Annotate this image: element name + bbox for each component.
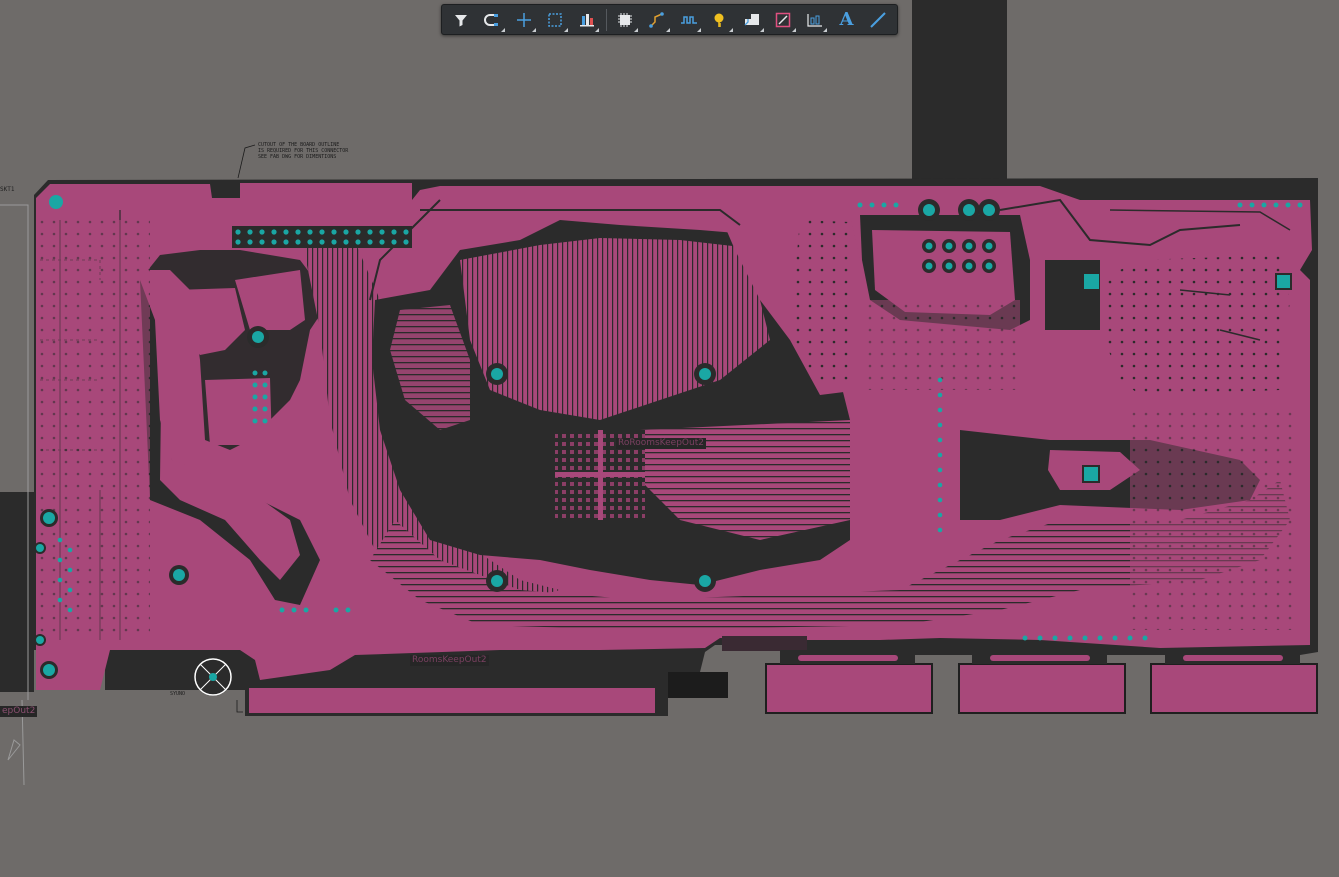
toolbar-separator bbox=[605, 8, 607, 31]
component-button[interactable] bbox=[613, 7, 638, 33]
line-button[interactable] bbox=[865, 7, 890, 33]
dimension-icon bbox=[807, 13, 822, 27]
dimension-button[interactable] bbox=[802, 7, 828, 33]
room-label-left[interactable]: epOut2 bbox=[0, 706, 38, 717]
route-button[interactable] bbox=[644, 7, 670, 33]
align-button[interactable] bbox=[574, 7, 600, 33]
power-connectors bbox=[765, 650, 1318, 714]
pin-highlight-button[interactable] bbox=[708, 7, 733, 33]
tune-length-button[interactable] bbox=[676, 7, 702, 33]
crosshair-icon bbox=[516, 12, 531, 27]
tune-length-icon bbox=[680, 15, 697, 24]
cutout-note-line-3: SEE FAB DWG FOR DIMENTIONS bbox=[258, 154, 337, 160]
route-menu-arrow bbox=[665, 27, 670, 32]
cutout-note: CUTOUT OF THE BOARD OUTLINE IS REQUIRED … bbox=[258, 142, 348, 160]
select-menu-arrow bbox=[563, 27, 568, 32]
snap-button[interactable] bbox=[480, 7, 505, 33]
filter-icon bbox=[454, 14, 467, 26]
bracket-region bbox=[912, 0, 1007, 180]
edge-connector bbox=[247, 686, 657, 715]
crosshair-target bbox=[194, 658, 232, 696]
pour-menu-arrow bbox=[760, 27, 765, 32]
room-label-bottom[interactable]: RoomsKeepOut2 bbox=[410, 655, 489, 666]
route-icon bbox=[649, 11, 664, 28]
filter-button[interactable] bbox=[448, 7, 473, 33]
polygon-pour-icon bbox=[744, 13, 759, 25]
active-bar-toolbar: A bbox=[441, 4, 898, 35]
keepout-icon bbox=[776, 12, 791, 27]
align-menu-arrow bbox=[595, 27, 600, 32]
tune-menu-arrow bbox=[697, 27, 702, 32]
text-button[interactable]: A bbox=[834, 7, 859, 33]
pin-highlight-icon bbox=[714, 13, 724, 27]
component-menu-arrow bbox=[633, 27, 638, 32]
keepout-button[interactable] bbox=[771, 7, 796, 33]
room-label-center-prefix: Ro bbox=[618, 438, 630, 448]
line-icon bbox=[870, 11, 886, 28]
room-label-center[interactable]: RoRoomsKeepOut2 bbox=[616, 438, 706, 449]
align-icon bbox=[579, 13, 594, 26]
left-bracket bbox=[0, 492, 34, 692]
room-label-center-text: RoomsKeepOut2 bbox=[629, 438, 704, 448]
select-rect-icon bbox=[548, 12, 563, 27]
top-connector bbox=[232, 226, 412, 248]
pin-menu-arrow bbox=[728, 27, 733, 32]
dimension-menu-arrow bbox=[823, 27, 828, 32]
crosshair-button[interactable] bbox=[511, 7, 537, 33]
keepout-menu-arrow bbox=[791, 27, 796, 32]
polygon-pour-button[interactable] bbox=[739, 7, 765, 33]
skt-label: SKT1 bbox=[0, 186, 15, 193]
select-rect-button[interactable] bbox=[543, 7, 568, 33]
snap-menu-arrow bbox=[500, 27, 505, 32]
component-icon bbox=[618, 12, 633, 27]
snap-icon bbox=[484, 13, 499, 26]
text-icon: A bbox=[839, 9, 854, 30]
crosshair-menu-arrow bbox=[532, 27, 537, 32]
syuno-label: SYUNO bbox=[170, 691, 186, 697]
